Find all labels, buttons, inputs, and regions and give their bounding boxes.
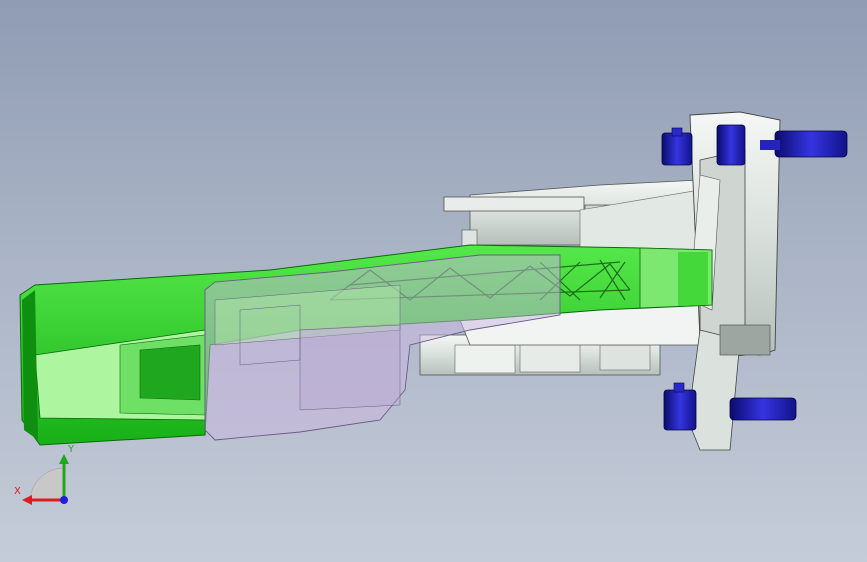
z-axis-dot	[60, 496, 68, 504]
x-axis-label: X	[14, 486, 21, 497]
axis-triad: Y X	[10, 440, 80, 510]
cad-viewport[interactable]: Y X	[0, 0, 867, 562]
bolt-top-left	[661, 127, 693, 166]
bolt-top-right	[716, 124, 848, 166]
y-axis-label: Y	[68, 444, 75, 455]
cad-model[interactable]	[0, 0, 867, 562]
upper-bracket	[443, 179, 721, 251]
bolt-bottom-left	[663, 382, 697, 431]
bolt-bottom-right	[729, 397, 797, 421]
